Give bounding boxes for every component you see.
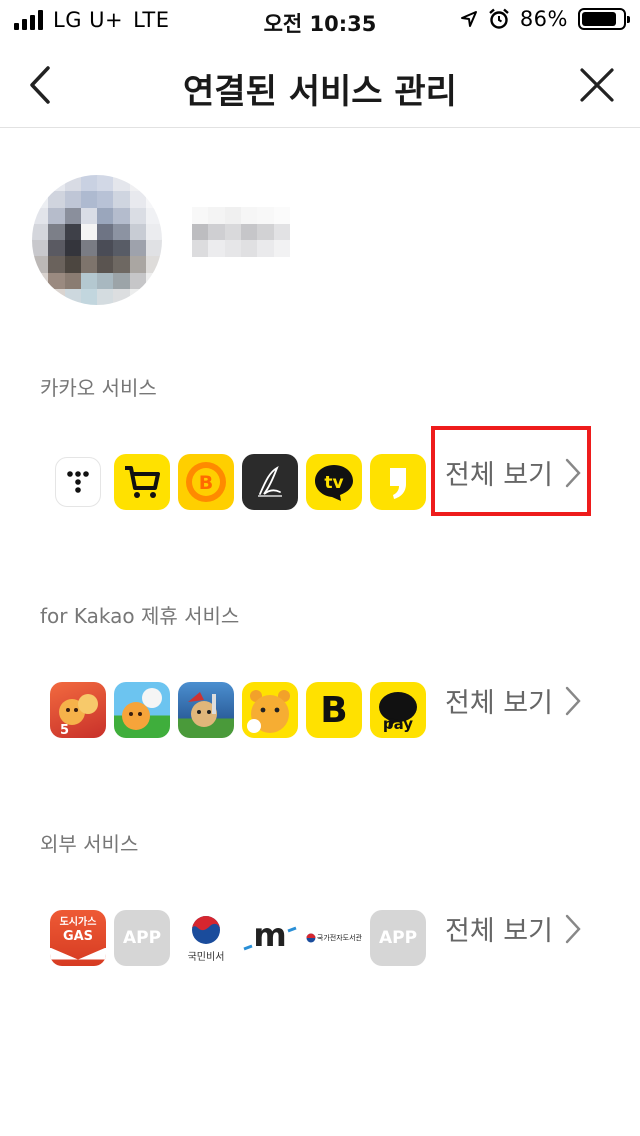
app-placeholder-icon[interactable]: APP xyxy=(114,910,170,966)
kakao-t-icon[interactable] xyxy=(55,457,101,507)
kakao-story-quote-icon[interactable] xyxy=(370,454,426,510)
see-all-label: 전체 보기 xyxy=(445,916,553,947)
game-icon-3[interactable] xyxy=(178,682,234,738)
svg-text:5: 5 xyxy=(60,723,69,738)
chevron-right-icon xyxy=(565,686,581,715)
kakao-services-row: B tv xyxy=(50,454,434,510)
page-title: 연결된 서비스 관리 xyxy=(183,72,457,112)
b-label: B xyxy=(320,689,348,731)
status-right: 86% xyxy=(460,7,630,31)
dosi-gas-icon[interactable]: 도시가스 GAS xyxy=(50,910,106,966)
kakao-bank-coin-icon[interactable]: B xyxy=(178,454,234,510)
close-icon[interactable] xyxy=(576,64,618,106)
battery-percent: 86% xyxy=(519,7,568,31)
pay-label: pay xyxy=(382,715,414,733)
see-all-external-services[interactable]: 전체 보기 xyxy=(445,909,581,948)
status-bar: LG U+ LTE 오전 10:35 86% xyxy=(0,0,640,42)
app-placeholder-label: APP xyxy=(378,928,418,948)
avatar xyxy=(32,175,162,305)
external-services-row: 도시가스 GAS APP 국민비서 m 국가전자도서관 APP xyxy=(50,910,434,966)
gas-bottom-label: GAS xyxy=(62,928,94,944)
svg-text:tv: tv xyxy=(324,473,343,493)
svg-text:B: B xyxy=(199,472,213,494)
alarm-clock-icon xyxy=(489,8,509,29)
section-title-external: 외부 서비스 xyxy=(40,832,139,856)
partner-services-row: 5 B pay xyxy=(50,682,434,738)
m-logo-icon[interactable]: m xyxy=(242,910,298,966)
kakao-pay-icon[interactable]: pay xyxy=(370,682,426,738)
see-all-label: 전체 보기 xyxy=(445,688,553,719)
kakao-b-icon[interactable]: B xyxy=(306,682,362,738)
envelope-shape xyxy=(50,947,106,960)
section-title-partner: for Kakao 제휴 서비스 xyxy=(40,604,240,628)
national-library-icon[interactable]: 국가전자도서관 xyxy=(306,910,362,966)
app-placeholder-label: APP xyxy=(122,928,162,948)
profile-nickname-blurred xyxy=(192,207,290,257)
gov-secretary-label: 국민비서 xyxy=(187,951,225,963)
gov-secretary-icon[interactable]: 국민비서 xyxy=(178,910,234,966)
kakao-page-pen-icon[interactable] xyxy=(242,454,298,510)
chevron-right-icon xyxy=(565,914,581,943)
game-ryan-icon[interactable] xyxy=(242,682,298,738)
battery-fill xyxy=(582,12,617,26)
section-title-kakao: 카카오 서비스 xyxy=(40,376,157,400)
shopping-cart-icon[interactable] xyxy=(114,454,170,510)
location-arrow-icon xyxy=(460,11,477,27)
game-icon-1[interactable]: 5 xyxy=(50,682,106,738)
see-all-partner-services[interactable]: 전체 보기 xyxy=(445,681,581,720)
highlight-annotation-box xyxy=(431,426,591,516)
library-label: 국가전자도서관 xyxy=(316,934,362,942)
game-golf-icon[interactable] xyxy=(114,682,170,738)
navigation-bar: 연결된 서비스 관리 xyxy=(0,42,640,128)
battery-icon xyxy=(578,8,630,30)
gas-top-label: 도시가스 xyxy=(59,916,97,928)
kakao-tv-icon[interactable]: tv xyxy=(306,454,362,510)
app-placeholder-icon[interactable]: APP xyxy=(370,910,426,966)
m-label: m xyxy=(253,916,287,954)
